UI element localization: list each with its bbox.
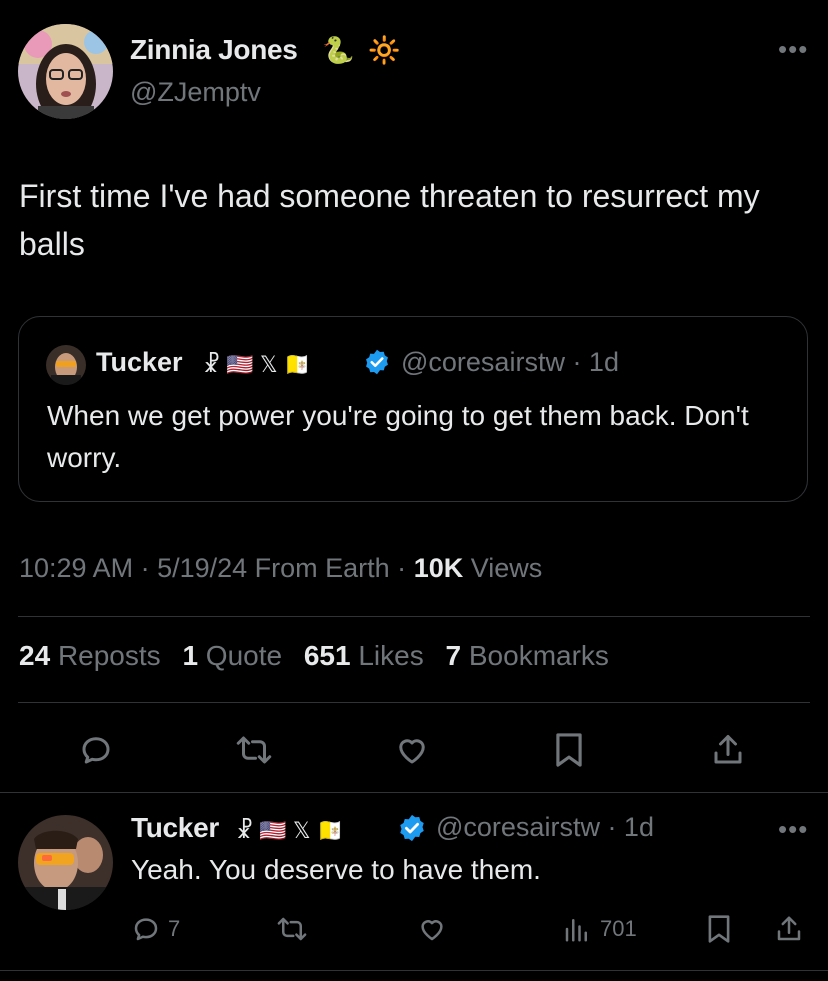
divider-stats [18, 702, 810, 703]
author-avatar-image [18, 24, 113, 119]
like-icon [421, 920, 443, 941]
quote-name-glyphs: ☧ 🇺🇸 𝕏 🇻🇦 [203, 352, 312, 377]
share-icon [777, 916, 801, 941]
share-button[interactable] [706, 728, 750, 772]
engagement-stats: 24 Reposts 1 Quote 651 Likes 7 Bookmarks [19, 640, 609, 672]
bookmarks-stat[interactable]: 7 Bookmarks [446, 640, 609, 671]
reply-more-icon[interactable]: ••• [778, 816, 808, 842]
views-count: 10K [413, 553, 464, 583]
reposts-stat[interactable]: 24 Reposts [19, 640, 161, 671]
reply-author-avatar[interactable] [18, 815, 113, 910]
repost-icon [236, 736, 272, 764]
reply-handle-time[interactable]: @coresairstw · 1d [436, 812, 654, 843]
repost-button[interactable] [230, 728, 278, 772]
quote-author-avatar [46, 345, 86, 385]
quote-text: When we get power you're going to get th… [47, 400, 749, 473]
reply-bookmark-button[interactable] [703, 912, 735, 946]
repost-icon [277, 917, 307, 941]
like-icon [399, 739, 425, 764]
reply-share-button[interactable] [772, 912, 806, 946]
divider-meta [18, 616, 810, 617]
tweet-timestamp-line: 10:29 AM · 5/19/24 From Earth · 10K View… [19, 553, 542, 584]
reply-author-name[interactable]: Tucker [131, 812, 219, 844]
quoted-tweet-card[interactable]: Tucker ☧ 🇺🇸 𝕏 🇻🇦 @coresairstw · 1d When … [18, 316, 808, 502]
reply-text: Yeah. You deserve to have them. [131, 854, 541, 885]
divider-bottom [0, 970, 828, 971]
reply-reply-count: 7 [168, 916, 181, 941]
author-handle[interactable]: @ZJemptv [130, 77, 261, 108]
verified-icon [397, 813, 427, 843]
bookmark-button[interactable] [547, 728, 591, 772]
views-icon [565, 919, 587, 942]
quotes-stat[interactable]: 1 Quote [182, 640, 282, 671]
tweet-text: First time I've had someone threaten to … [19, 178, 760, 262]
quote-avatar-image [46, 345, 86, 385]
quote-author-name: Tucker [96, 347, 183, 377]
snake-emoji: 🐍 [322, 35, 355, 65]
sun-emoji: 🔆 [368, 35, 401, 65]
more-icon[interactable]: ••• [778, 36, 808, 62]
reply-reply-button[interactable] [128, 912, 164, 946]
reply-icon [134, 918, 158, 941]
reply-icon [82, 737, 110, 764]
reply-avatar-image [18, 815, 113, 910]
verified-icon [363, 348, 391, 376]
reply-like-button[interactable] [414, 912, 450, 946]
reply-name-glyphs: ☧ 🇺🇸 𝕏 🇻🇦 [236, 818, 345, 843]
bookmark-icon [556, 733, 582, 767]
tweet-timestamp[interactable]: 10:29 AM · 5/19/24 From Earth · [19, 553, 414, 583]
quote-handle-time: @coresairstw · 1d [401, 347, 619, 377]
reply-repost-button[interactable] [272, 912, 312, 946]
views-label: Views [463, 553, 543, 583]
author-display-name[interactable]: Zinnia Jones [130, 34, 298, 66]
likes-stat[interactable]: 651 Likes [304, 640, 424, 671]
reply-button[interactable] [74, 728, 118, 772]
bookmark-icon [708, 915, 730, 943]
reply-views-button[interactable] [560, 912, 594, 946]
author-avatar[interactable] [18, 24, 113, 119]
divider-reply [0, 792, 828, 793]
reply-views-count: 701 [600, 916, 637, 941]
share-icon [714, 735, 742, 764]
like-button[interactable] [390, 728, 434, 772]
